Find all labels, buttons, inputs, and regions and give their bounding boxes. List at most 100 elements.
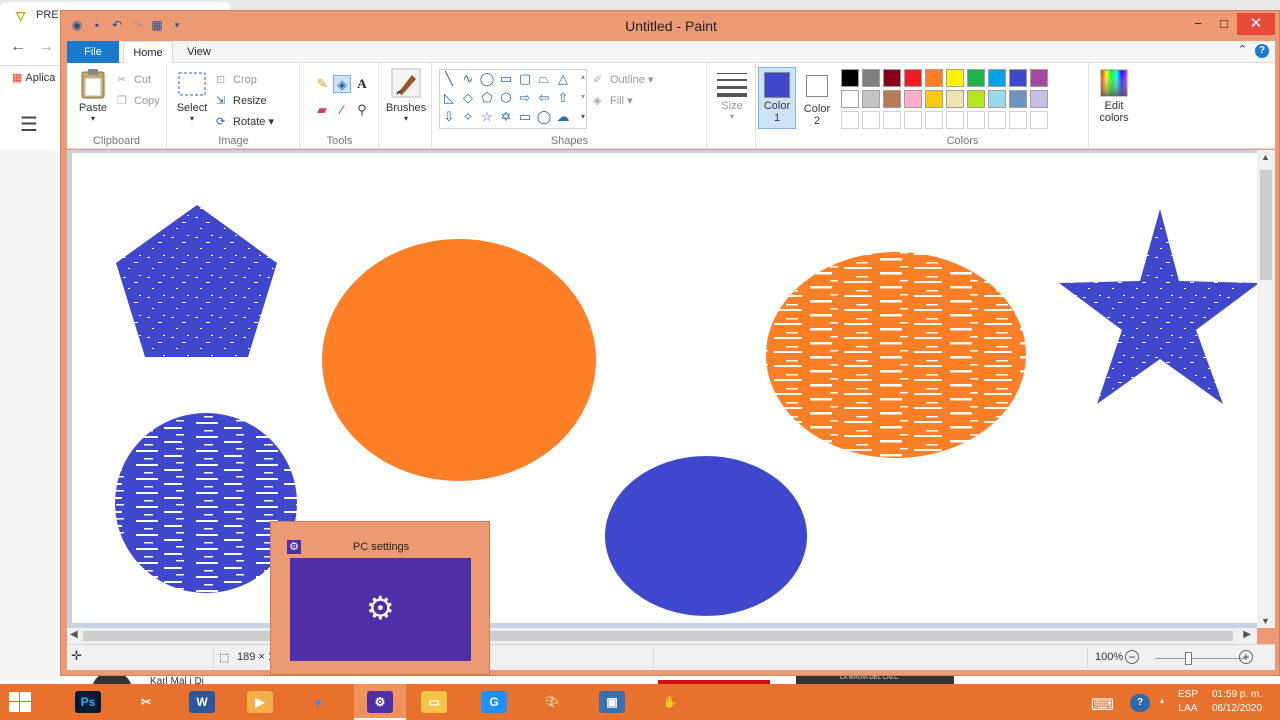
scroll-right-icon[interactable]: ▶ xyxy=(1243,629,1251,640)
collapse-ribbon-icon[interactable]: ⌃ xyxy=(1238,43,1247,56)
palette-swatch[interactable] xyxy=(862,111,880,129)
shapes-expand-icon[interactable]: ▾ xyxy=(581,112,585,121)
taskbar-photoshop[interactable]: Ps xyxy=(62,684,114,720)
taskbar-word[interactable]: W xyxy=(176,684,228,720)
zoom-slider-thumb[interactable] xyxy=(1185,652,1192,665)
help-icon[interactable]: ? xyxy=(1255,44,1269,58)
language-indicator[interactable]: ESP LAA xyxy=(1178,689,1198,714)
thumbnail-preview[interactable]: ⚙ xyxy=(290,558,471,661)
paste-dropdown-icon[interactable]: ▾ xyxy=(73,114,113,123)
eraser-icon[interactable]: ▰ xyxy=(313,101,331,119)
color-picker-icon[interactable]: ⁄ xyxy=(333,101,351,119)
taskbar-glove-app[interactable]: ✋ xyxy=(644,684,696,720)
vertical-scrollbar[interactable]: ▲ ▼ xyxy=(1257,150,1275,628)
palette-swatch[interactable] xyxy=(925,111,943,129)
size-button[interactable]: Size ▾ xyxy=(710,69,754,121)
brushes-dropdown-icon[interactable]: ▾ xyxy=(384,114,428,123)
palette-swatch[interactable] xyxy=(862,69,880,87)
oval-callout-shape-icon[interactable]: ◯ xyxy=(535,108,553,126)
select-button[interactable]: Select ▾ xyxy=(172,69,212,123)
magnifier-icon[interactable]: ⚲ xyxy=(353,101,371,119)
help-tray-icon[interactable]: ? xyxy=(1130,694,1150,712)
copy-button[interactable]: ❐ Copy xyxy=(117,94,160,107)
horizontal-scrollbar[interactable]: ◀ ▶ xyxy=(67,628,1257,644)
tab-home[interactable]: Home xyxy=(123,41,173,63)
rotate-button[interactable]: ⟳ Rotate ▾ xyxy=(216,115,274,128)
palette-swatch[interactable] xyxy=(946,90,964,108)
taskbar-paint-tool[interactable]: ✂ xyxy=(120,684,172,720)
shapes-scroll-up-icon[interactable]: ▴ xyxy=(581,72,585,81)
up-arrow-shape-icon[interactable]: ⇧ xyxy=(554,89,572,107)
fill-bucket-icon[interactable]: ◈ xyxy=(333,75,351,93)
palette-swatch[interactable] xyxy=(862,90,880,108)
keyboard-icon[interactable]: ⌨ xyxy=(1091,695,1114,715)
palette-swatch[interactable] xyxy=(967,69,985,87)
palette-swatch[interactable] xyxy=(904,90,922,108)
palette-swatch[interactable] xyxy=(988,90,1006,108)
taskbar-paint[interactable]: 🎨 xyxy=(526,684,578,720)
zoom-slider-track[interactable] xyxy=(1155,658,1245,659)
palette-swatch[interactable] xyxy=(883,111,901,129)
palette-swatch[interactable] xyxy=(1030,111,1048,129)
scroll-up-icon[interactable]: ▲ xyxy=(1261,152,1270,162)
paste-button[interactable]: Paste ▾ xyxy=(73,69,113,123)
clock[interactable]: 01:59 p. m. 06/12/2020 xyxy=(1204,689,1270,714)
brushes-button[interactable]: Brushes ▾ xyxy=(384,67,428,123)
palette-swatch[interactable] xyxy=(904,69,922,87)
forward-arrow-icon[interactable]: → xyxy=(38,38,54,56)
taskbar-file-explorer[interactable]: ▭ xyxy=(408,684,460,720)
curve-shape-icon[interactable]: ∿ xyxy=(459,70,477,88)
palette-swatch[interactable] xyxy=(946,69,964,87)
start-button[interactable] xyxy=(0,684,40,720)
right-arrow-shape-icon[interactable]: ⇨ xyxy=(516,89,534,107)
palette-swatch[interactable] xyxy=(883,90,901,108)
palette-swatch[interactable] xyxy=(946,111,964,129)
palette-swatch[interactable] xyxy=(988,111,1006,129)
back-arrow-icon[interactable]: ← xyxy=(10,38,26,56)
palette-swatch[interactable] xyxy=(1030,90,1048,108)
taskbar-media-player[interactable]: ▶ xyxy=(234,684,286,720)
palette-swatch[interactable] xyxy=(1009,111,1027,129)
rounded-callout-shape-icon[interactable]: ▭ xyxy=(516,108,534,126)
six-point-star-shape-icon[interactable]: ✡ xyxy=(497,108,515,126)
tray-expand-icon[interactable]: ▴ xyxy=(1160,696,1164,705)
triangle-shape-icon[interactable]: △ xyxy=(554,70,572,88)
taskbar-pc-settings[interactable]: ⚙ xyxy=(354,684,406,720)
taskbar-thumbnail-popup[interactable]: ⚙ PC settings ⚙ xyxy=(270,521,490,675)
taskbar-remote-desktop[interactable]: ▣ xyxy=(586,684,638,720)
tab-view[interactable]: View xyxy=(179,41,219,63)
hamburger-menu-icon[interactable]: ☰ xyxy=(20,112,38,137)
palette-swatch[interactable] xyxy=(841,90,859,108)
cut-button[interactable]: ✂ Cut xyxy=(117,73,151,86)
horizontal-scroll-thumb[interactable] xyxy=(83,631,1233,641)
oval-shape-icon[interactable]: ◯ xyxy=(478,70,496,88)
select-dropdown-icon[interactable]: ▾ xyxy=(172,114,212,123)
palette-swatch[interactable] xyxy=(1009,90,1027,108)
palette-swatch[interactable] xyxy=(904,111,922,129)
scroll-left-icon[interactable]: ◀ xyxy=(70,629,78,640)
palette-swatch[interactable] xyxy=(967,90,985,108)
palette-swatch[interactable] xyxy=(1030,69,1048,87)
outline-button[interactable]: ✐ Outline ▾ xyxy=(593,73,653,86)
left-arrow-shape-icon[interactable]: ⇦ xyxy=(535,89,553,107)
down-arrow-shape-icon[interactable]: ⇩ xyxy=(440,108,458,126)
shapes-scroll-down-icon[interactable]: ▾ xyxy=(581,92,585,101)
color2-button[interactable]: Color 2 xyxy=(798,67,836,129)
bookmarks-apps[interactable]: ▦ Aplica xyxy=(0,66,60,90)
polygon-shape-icon[interactable]: ⏢ xyxy=(535,70,553,88)
tab-file[interactable]: File xyxy=(67,41,119,63)
scroll-down-icon[interactable]: ▼ xyxy=(1261,616,1270,626)
palette-swatch[interactable] xyxy=(841,111,859,129)
fill-button[interactable]: ◈ Fill ▾ xyxy=(593,94,633,107)
text-tool-icon[interactable]: A xyxy=(353,75,371,93)
pentagon-shape-icon[interactable]: ⬠ xyxy=(478,89,496,107)
right-triangle-shape-icon[interactable]: ◺ xyxy=(440,89,458,107)
five-point-star-shape-icon[interactable]: ☆ xyxy=(478,108,496,126)
palette-swatch[interactable] xyxy=(841,69,859,87)
rounded-rectangle-shape-icon[interactable]: ▢ xyxy=(516,70,534,88)
resize-button[interactable]: ⇲ Resize xyxy=(216,94,267,107)
maximize-icon[interactable]: □ xyxy=(1211,13,1237,35)
rectangle-shape-icon[interactable]: ▭ xyxy=(497,70,515,88)
palette-swatch[interactable] xyxy=(925,90,943,108)
close-icon[interactable]: ✕ xyxy=(1237,13,1275,35)
